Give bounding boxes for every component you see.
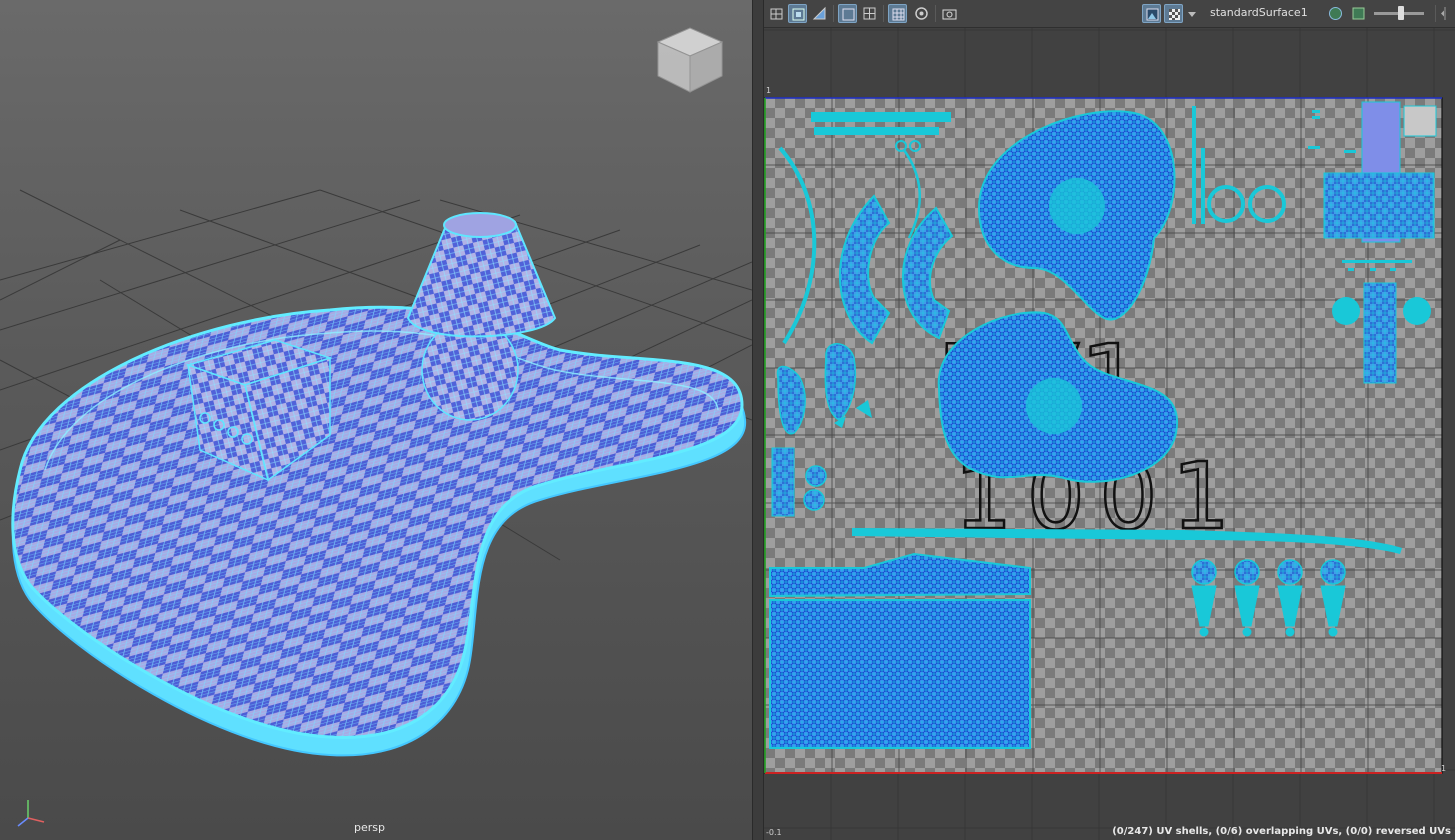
uv-status-text: (0/247) UV shells, (0/6) overlapping UVs…: [1112, 826, 1451, 837]
axis-gizmo: [17, 800, 45, 827]
uv-editor-panel: standardSurface1 1001 1 1 -0.1 (0/247) U…: [764, 0, 1455, 840]
perspective-viewport[interactable]: persp: [0, 0, 752, 840]
panel-splitter[interactable]: [752, 0, 764, 840]
uv-axis-top-left: 1: [766, 86, 772, 95]
wireframe-icon[interactable]: [838, 4, 857, 23]
uv-canvas[interactable]: UV1 1001: [764, 28, 1455, 840]
exposure-slider-handle[interactable]: [1398, 6, 1404, 20]
pixel-snap-icon[interactable]: [888, 4, 907, 23]
exposure-icon[interactable]: [1326, 4, 1345, 23]
snapshot-icon[interactable]: [940, 4, 959, 23]
uv-axis-bottom-right: 1: [1441, 764, 1447, 773]
image-display-icon[interactable]: [1142, 4, 1161, 23]
uv-axis-bottom-left: -0.1: [766, 828, 782, 837]
checker-icon[interactable]: [912, 4, 931, 23]
lamp-shade: [406, 220, 557, 338]
gamma-icon[interactable]: [1349, 4, 1368, 23]
uv-shell-base: [769, 599, 1031, 749]
camera-label: persp: [354, 821, 385, 834]
isolate-select-icon[interactable]: [788, 4, 807, 23]
uv-toolkit-icon[interactable]: [767, 4, 786, 23]
grid-icon[interactable]: [860, 4, 879, 23]
toolbar-collapse-icon[interactable]: [1439, 4, 1451, 23]
view-cube: [656, 27, 724, 93]
shader-name[interactable]: standardSurface1: [1210, 6, 1308, 19]
shader-dropdown-icon[interactable]: [1186, 4, 1198, 23]
checker-map-icon[interactable]: [1164, 4, 1183, 23]
uv-toolbar: standardSurface1: [764, 0, 1455, 28]
viewport-scene: [0, 27, 752, 827]
shaded-uv-icon[interactable]: [810, 4, 829, 23]
